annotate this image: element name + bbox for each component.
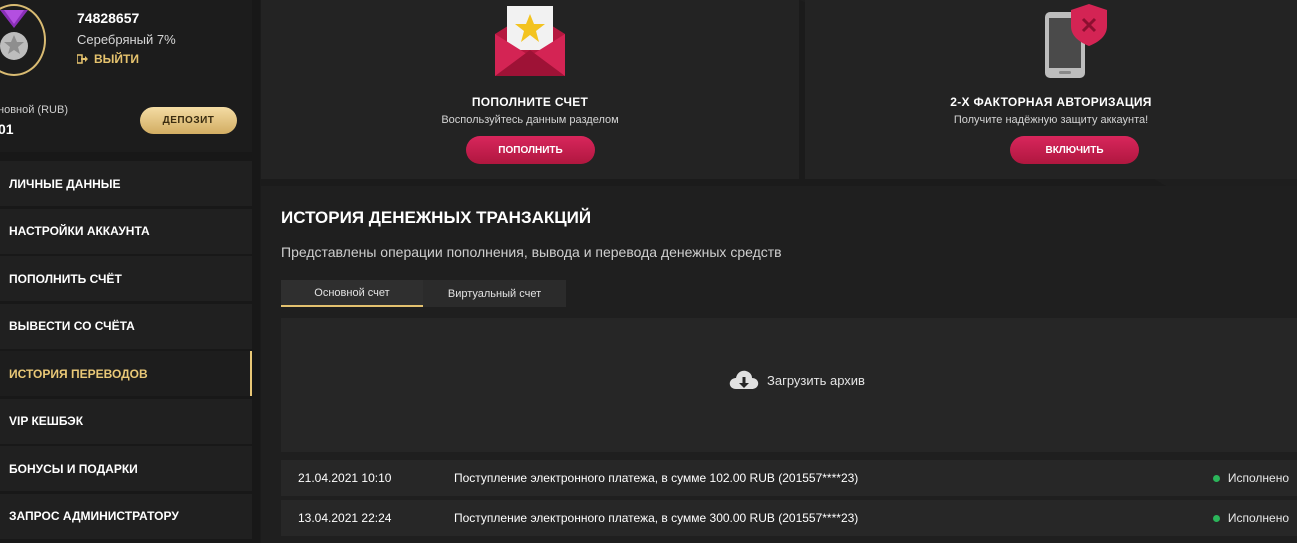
status-label: Исполнено [1227, 471, 1289, 485]
transaction-date: 13.04.2021 22:24 [298, 511, 392, 525]
archive-panel: Загрузить архив [281, 318, 1297, 452]
twofa-card-subtitle: Получите надёжную защиту аккаунта! [953, 114, 1149, 126]
sidebar-menu: ЛИЧНЫЕ ДАННЫЕ НАСТРОЙКИ АККАУНТА ПОПОЛНИ… [0, 161, 252, 541]
sidebar-item-personal-data[interactable]: ЛИЧНЫЕ ДАННЫЕ [0, 161, 252, 206]
transactions-list: 21.04.2021 10:10 Поступление электронног… [281, 460, 1297, 540]
page-title: ИСТОРИЯ ДЕНЕЖНЫХ ТРАНЗАКЦИЙ [281, 208, 592, 227]
sidebar-item-bonuses[interactable]: БОНУСЫ И ПОДАРКИ [0, 446, 252, 491]
sidebar-item-deposit[interactable]: ПОПОЛНИТЬ СЧЁТ [0, 256, 252, 301]
user-id: 74828657 [77, 10, 140, 26]
transaction-description: Поступление электронного платежа, в сумм… [454, 471, 859, 485]
user-level: Серебряный 7% [77, 32, 176, 47]
cloud-download-icon [729, 370, 759, 389]
twofa-promo-card: 2-Х ФАКТОРНАЯ АВТОРИЗАЦИЯ Получите надёж… [805, 0, 1297, 179]
envelope-star-icon [495, 6, 565, 76]
logout-icon [77, 54, 88, 64]
deposit-promo-card: ПОПОЛНИТЕ СЧЕТ Воспользуйтесь данным раз… [261, 0, 799, 179]
table-row: 13.04.2021 22:24 Поступление электронног… [281, 500, 1297, 536]
page-subtitle: Представлены операции пополнения, вывода… [281, 244, 782, 260]
sidebar-item-vip-cashback[interactable]: VIP КЕШБЭК [0, 398, 252, 444]
table-row: 21.04.2021 10:10 Поступление электронног… [281, 460, 1297, 496]
status-dot-icon [1212, 474, 1220, 482]
sidebar-item-withdraw[interactable]: ВЫВЕСТИ СО СЧЁТА [0, 303, 252, 349]
logout-label: ВЫЙТИ [94, 52, 139, 66]
sidebar: 74828657 Серебряный 7% ВЫЙТИ новной (RUB… [0, 0, 260, 543]
transaction-date: 21.04.2021 10:10 [298, 471, 392, 485]
silver-medal-icon [0, 10, 28, 60]
transaction-description: Поступление электронного платежа, в сумм… [454, 511, 859, 525]
tab-main-account[interactable]: Основной счет [281, 280, 423, 307]
deposit-button[interactable]: ДЕПОЗИТ [140, 107, 237, 134]
logout-button[interactable]: ВЫЙТИ [77, 52, 139, 66]
balance-value: 01 [0, 121, 14, 137]
sidebar-item-account-settings[interactable]: НАСТРОЙКИ АККАУНТА [0, 208, 252, 254]
status-badge: Исполнено [1212, 511, 1289, 525]
profile-panel: 74828657 Серебряный 7% ВЫЙТИ новной (RUB… [0, 0, 252, 152]
deposit-card-subtitle: Воспользуйтесь данным разделом [441, 114, 619, 126]
status-badge: Исполнено [1212, 471, 1289, 485]
phone-shield-icon [1045, 4, 1107, 78]
status-dot-icon [1212, 514, 1220, 522]
sidebar-item-admin-request[interactable]: ЗАПРОС АДМИНИСТРАТОРУ [0, 493, 252, 539]
download-archive-button[interactable]: Загрузить архив [729, 369, 865, 391]
deposit-card-title: ПОПОЛНИТЕ СЧЕТ [471, 95, 589, 109]
deposit-card-button[interactable]: ПОПОЛНИТЬ [466, 136, 595, 164]
download-archive-label: Загрузить архив [767, 372, 865, 388]
sidebar-item-transfer-history[interactable]: ИСТОРИЯ ПЕРЕВОДОВ [0, 351, 252, 396]
transaction-history-panel: ИСТОРИЯ ДЕНЕЖНЫХ ТРАНЗАКЦИЙ Представлены… [261, 186, 1297, 543]
twofa-card-title: 2-Х ФАКТОРНАЯ АВТОРИЗАЦИЯ [950, 95, 1152, 109]
tab-virtual-account[interactable]: Виртуальный счет [423, 280, 566, 307]
balance-label: новной (RUB) [0, 104, 68, 116]
account-tabs: Основной счет Виртуальный счет [281, 280, 566, 307]
twofa-card-button[interactable]: ВКЛЮЧИТЬ [1010, 136, 1139, 164]
status-label: Исполнено [1227, 511, 1289, 525]
